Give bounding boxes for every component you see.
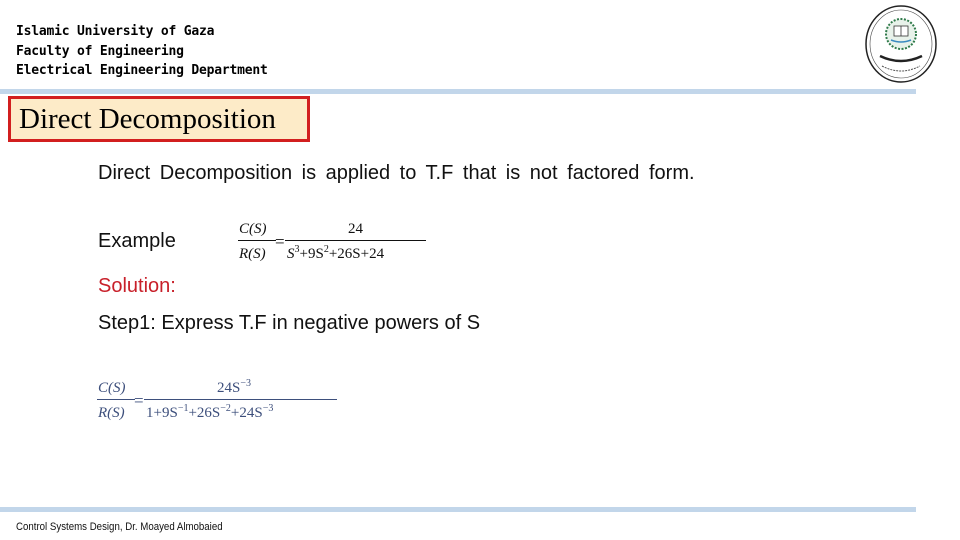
rhs-numerator: 24S−3	[217, 378, 251, 397]
department-name: Electrical Engineering Department	[16, 63, 268, 78]
rhs-denominator: S3+9S2+26S+24	[287, 245, 385, 263]
intro-paragraph: Direct Decomposition is applied to T.F t…	[98, 162, 695, 184]
lhs-fraction-bar	[97, 399, 135, 400]
den-exponent: −1	[177, 403, 189, 414]
university-name: Islamic University of Gaza	[16, 24, 215, 39]
rhs-fraction-bar	[144, 399, 337, 400]
rhs-numerator: 24	[348, 221, 363, 237]
rhs-denominator: 1+9S−1+26S−2+24S−3	[146, 403, 274, 422]
faculty-name: Faculty of Engineering	[16, 43, 184, 59]
solution-label: Solution:	[98, 275, 176, 297]
den-term: +26S+24	[328, 246, 385, 262]
den-term: +9S	[299, 246, 324, 262]
den-term: 1+9S	[146, 405, 178, 421]
institution-header: Islamic University of Gaza Faculty of En…	[16, 22, 268, 81]
num-exponent: −3	[240, 378, 251, 389]
slide-title-box: Direct Decomposition	[8, 96, 310, 142]
den-term: S	[287, 246, 295, 262]
slide-title: Direct Decomposition	[19, 103, 276, 135]
equals-sign: =	[275, 232, 285, 251]
lhs-denominator: R(S)	[239, 246, 266, 262]
num-term: 24S	[217, 380, 241, 396]
rhs-fraction-bar	[285, 240, 426, 241]
step1-text: Step1: Express T.F in negative powers of…	[98, 312, 481, 334]
den-exponent: −3	[262, 403, 274, 414]
den-exponent: −2	[220, 403, 231, 414]
example-label: Example	[98, 230, 176, 252]
example-equation: C(S) R(S) = 24 S3+9S2+26S+24	[238, 219, 428, 267]
lhs-fraction-bar	[238, 240, 276, 241]
den-term: +26S	[188, 405, 221, 421]
header-divider	[0, 89, 916, 94]
step1-equation: C(S) R(S) = 24S−3 1+9S−1+26S−2+24S−3	[97, 378, 342, 428]
lhs-numerator: C(S)	[98, 380, 126, 396]
lhs-numerator: C(S)	[239, 221, 267, 237]
university-seal-logo-icon	[865, 5, 937, 83]
lhs-denominator: R(S)	[98, 405, 125, 421]
equals-sign: =	[134, 391, 144, 410]
footer-credit: Control Systems Design, Dr. Moayed Almob…	[16, 521, 223, 533]
den-term: +24S	[230, 405, 263, 421]
footer-divider	[0, 507, 916, 512]
